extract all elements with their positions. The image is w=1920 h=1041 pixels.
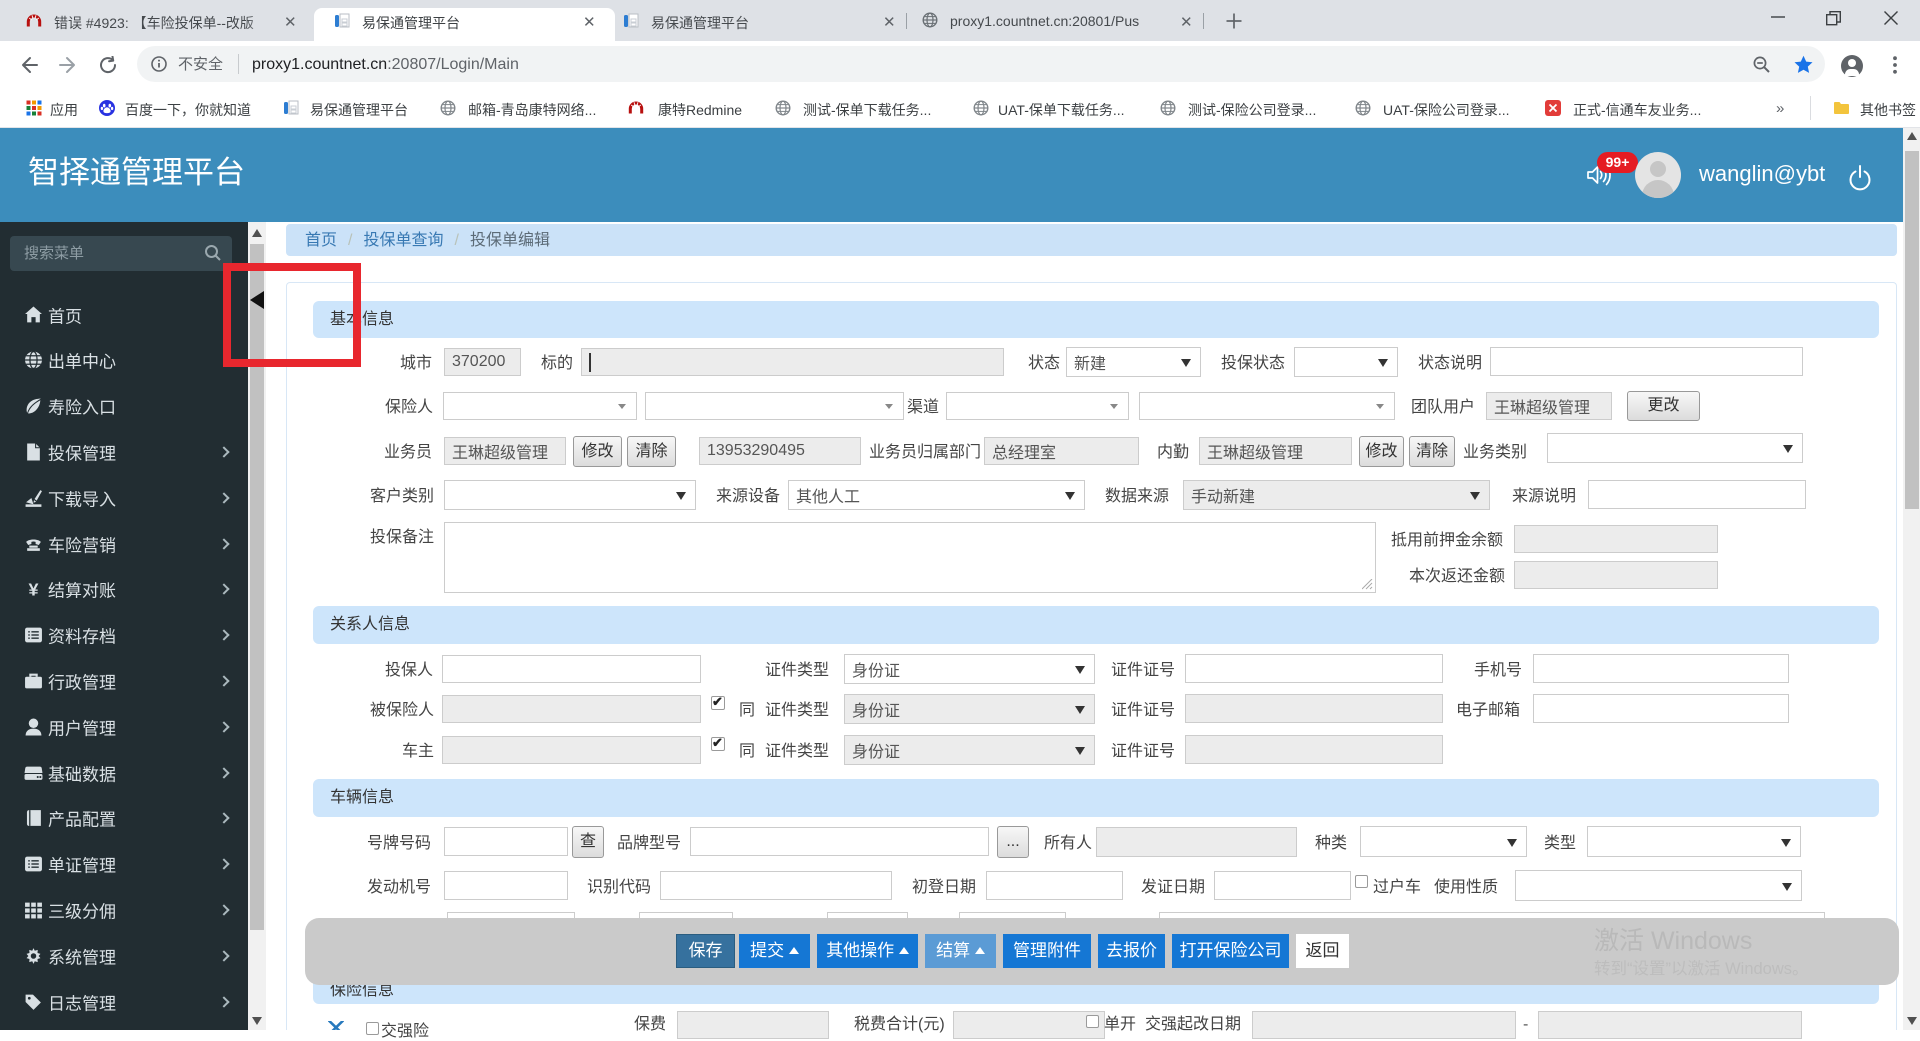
svg-text:¥: ¥ [29,580,39,599]
